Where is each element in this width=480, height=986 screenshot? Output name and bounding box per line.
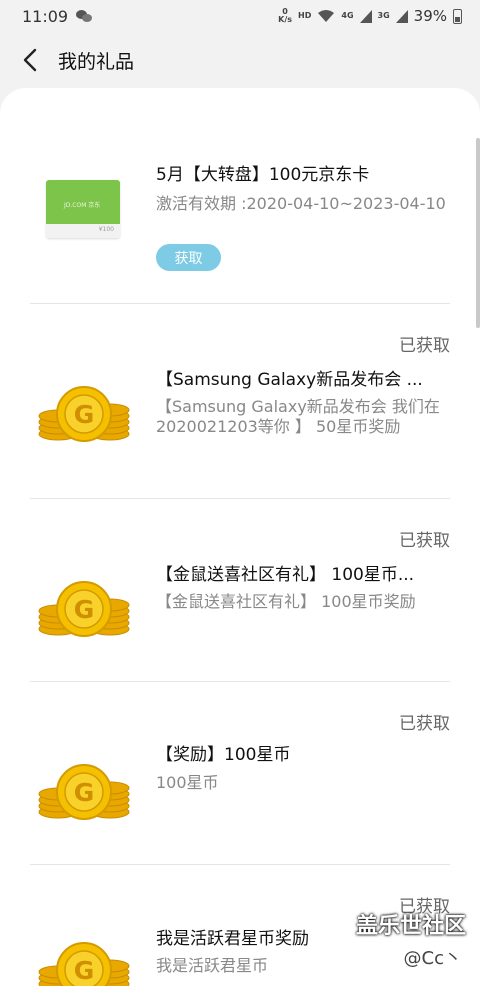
gift-item[interactable]: JD.COM 京东 ¥100 5月【大转盘】100元京东卡 激活有效期 :202… [30, 88, 450, 303]
chevron-left-icon [23, 48, 37, 72]
hd-indicator: HD [298, 11, 312, 20]
app-header: 我的礼品 [0, 32, 480, 88]
battery-icon [453, 8, 462, 24]
wechat-icon [76, 9, 94, 23]
wifi-icon [318, 10, 335, 22]
gift-title: 【奖励】100星币 [156, 745, 291, 765]
svg-text:G: G [74, 956, 95, 985]
svg-text:G: G [74, 400, 95, 429]
claim-button[interactable]: 获取 [156, 244, 221, 271]
signal-icon-2 [395, 9, 408, 23]
watermark-user: @Cc丶 [403, 948, 462, 969]
obtained-status: 已获取 [399, 531, 450, 551]
gift-title: 【Samsung Galaxy新品发布会 ... [156, 370, 423, 390]
gift-desc: 【金鼠送喜社区有礼】 100星币奖励 [156, 592, 416, 611]
scrollbar[interactable] [476, 138, 480, 328]
page-title: 我的礼品 [58, 50, 135, 73]
coin-stack-icon: G [38, 581, 130, 637]
jd-logo: JD.COM 京东 [64, 202, 101, 209]
svg-text:G: G [74, 778, 95, 807]
gift-title: 5月【大转盘】100元京东卡 [156, 165, 370, 185]
gift-item[interactable]: 已获取 G 【金鼠送喜社区有礼】 100星币... 【金鼠送喜社区有礼】 100… [30, 499, 450, 681]
gift-desc: 我是活跃君星币 [156, 956, 269, 975]
gift-desc: 100星币 [156, 773, 219, 792]
coin-stack-icon: G [38, 764, 130, 820]
gift-list-card: JD.COM 京东 ¥100 5月【大转盘】100元京东卡 激活有效期 :202… [0, 88, 480, 986]
status-bar: 11:09 0 K/s HD 4G 3G 39% [0, 0, 480, 32]
gift-desc: 【Samsung Galaxy新品发布会 我们在2020021203等你 】 5… [156, 397, 440, 436]
obtained-status: 已获取 [399, 336, 450, 356]
obtained-status: 已获取 [399, 714, 450, 734]
signal-3g-label: 3G [377, 11, 390, 20]
network-speed: 0 K/s [278, 7, 293, 24]
gift-title: 【金鼠送喜社区有礼】 100星币... [156, 565, 415, 585]
gift-item[interactable]: 已获取 G 【奖励】100星币 100星币 [30, 682, 450, 864]
back-button[interactable] [18, 48, 42, 72]
watermark: 盖乐世社区 [355, 914, 466, 939]
signal-4g-label: 4G [341, 11, 354, 20]
card-value: ¥100 [98, 226, 114, 233]
signal-icon [359, 9, 372, 23]
battery-percent: 39% [413, 7, 447, 25]
gift-validity: 激活有效期 :2020-04-10~2023-04-10 [156, 194, 446, 213]
coin-stack-icon: G [38, 386, 130, 442]
coin-stack-icon: G [38, 942, 130, 986]
gift-item[interactable]: 已获取 G 【Samsung Galaxy新品发布会 ... 【Samsung … [30, 304, 450, 498]
svg-text:G: G [74, 595, 95, 624]
status-time: 11:09 [22, 6, 69, 26]
jd-card-image: JD.COM 京东 ¥100 [46, 180, 120, 238]
